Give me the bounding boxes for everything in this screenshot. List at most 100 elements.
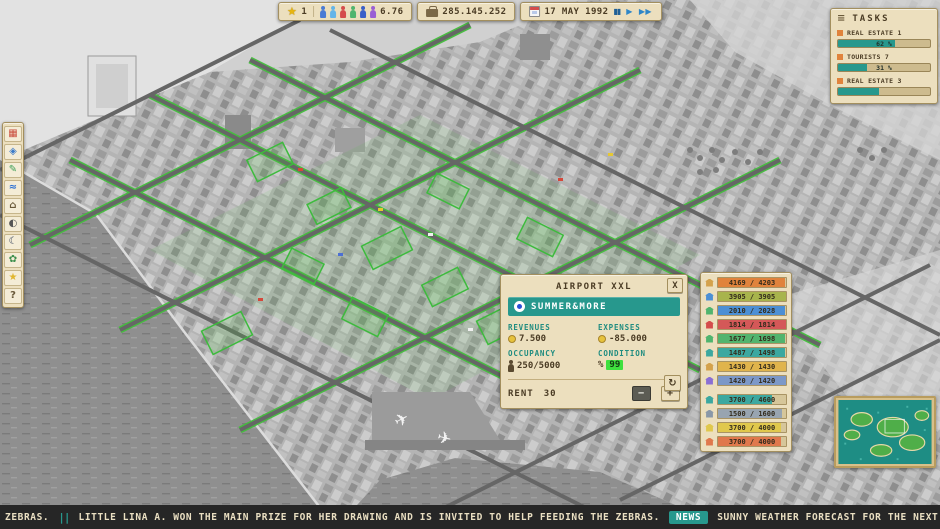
resource-row[interactable]: 3700 / 4600 (705, 394, 787, 405)
news-badge: NEWS (669, 511, 708, 524)
house-icon (705, 293, 714, 301)
date-panel: 17 MAY 1992 ▮▮ ▶ ▶▶ (520, 2, 662, 21)
resource-row[interactable]: 3905 / 3905 (705, 291, 787, 302)
night-mode-icon[interactable]: ☾ (4, 234, 22, 250)
fast-forward-button[interactable]: ▶▶ (638, 8, 653, 16)
resource-value: 3700 / 4000 (718, 437, 786, 446)
tasks-header: ≡ TASKS (837, 13, 931, 24)
person-icon (350, 10, 356, 18)
money-value: 285.145.252 (442, 7, 506, 17)
tasks-list-icon: ≡ (837, 13, 847, 24)
resource-row[interactable]: 1677 / 1698 (705, 333, 787, 344)
date-value: 17 MAY 1992 (544, 7, 608, 17)
resource-bar: 1430 / 1430 (717, 361, 787, 372)
nature-icon[interactable]: ✿ (4, 252, 22, 268)
resource-bar: 1420 / 1420 (717, 375, 787, 386)
task-label: REAL ESTATE 3 (847, 77, 902, 85)
divider (313, 6, 314, 17)
house-icon (705, 307, 714, 315)
water-icon[interactable]: ≈ (4, 180, 22, 196)
resource-bar: 4169 / 4203 (717, 277, 787, 288)
person-icon (320, 10, 326, 18)
occupancy-cell: OCCUPANCY 250/5000 (508, 349, 590, 372)
ticker-news-item: LITTLE LINA A. WON THE MAIN PRIZE FOR HE… (79, 512, 660, 523)
edit-icon[interactable]: ✎ (4, 162, 22, 178)
help-icon[interactable]: ? (4, 288, 22, 304)
resource-value: 1814 / 1814 (718, 320, 786, 329)
revenues-cell: REVENUES 7.500 (508, 323, 590, 344)
resource-value: 1430 / 1430 (718, 362, 786, 371)
task-item[interactable]: TOURISTS 7 31 % (837, 53, 931, 72)
close-button[interactable]: X (667, 278, 683, 293)
ticker-tail-text: ZEBRAS. (5, 512, 49, 523)
task-icon (837, 54, 843, 60)
resource-bar: 3700 / 4000 (717, 422, 787, 433)
task-label: REAL ESTATE 1 (847, 29, 902, 37)
minimap[interactable] (834, 396, 936, 468)
population-value: 6.76 (380, 7, 403, 17)
resource-value: 3905 / 3905 (718, 292, 786, 301)
service-icon (705, 438, 714, 446)
score-panel: ★ 1 6.76 (278, 2, 412, 21)
pause-button[interactable]: ▮▮ (612, 8, 621, 16)
resource-row[interactable]: 1420 / 1420 (705, 375, 787, 386)
task-icon (837, 78, 843, 84)
money-icon (426, 9, 438, 17)
person-icon (360, 10, 366, 18)
resource-value: 3700 / 4600 (718, 395, 786, 404)
house-icon (705, 279, 714, 287)
revenues-value: 7.500 (519, 334, 546, 344)
news-ticker: ZEBRAS. || LITTLE LINA A. WON THE MAIN P… (0, 505, 940, 529)
resource-row[interactable]: 3700 / 4000 (705, 436, 787, 447)
favorites-icon[interactable]: ★ (4, 270, 22, 286)
resource-row[interactable]: 4169 / 4203 (705, 277, 787, 288)
person-icon (370, 10, 376, 18)
task-percent (838, 88, 930, 95)
coin-icon (508, 335, 516, 343)
tasks-title: TASKS (852, 14, 889, 24)
resource-row[interactable]: 3700 / 4000 (705, 422, 787, 433)
house-icon (705, 321, 714, 329)
revenues-label: REVENUES (508, 323, 590, 332)
condition-cell: CONDITION % 99 (598, 349, 680, 372)
condition-unit: % (598, 360, 603, 370)
city-map[interactable]: ✈ ✈ (0, 0, 940, 529)
occupancy-label: OCCUPANCY (508, 349, 590, 358)
company-name: SUMMER&MORE (531, 302, 607, 312)
resource-bar: 1677 / 1698 (717, 333, 787, 344)
resource-row[interactable]: 1814 / 1814 (705, 319, 787, 330)
rent-label: RENT (508, 389, 534, 399)
occupancy-value: 250/5000 (517, 361, 560, 371)
resource-value: 4169 / 4203 (718, 278, 786, 287)
condition-label: CONDITION (598, 349, 680, 358)
zones-icon[interactable]: ◈ (4, 144, 22, 160)
contrast-icon[interactable]: ◐ (4, 216, 22, 232)
resources-panel: 4169 / 4203 3905 / 3905 2010 / 2028 1814… (700, 272, 792, 452)
resource-row[interactable]: 1500 / 1600 (705, 408, 787, 419)
ticker-separator: || (58, 511, 69, 524)
task-percent: 31 % (838, 64, 930, 71)
resource-value: 1677 / 1698 (718, 334, 786, 343)
resource-row[interactable]: 1487 / 1498 (705, 347, 787, 358)
expenses-value: -85.000 (609, 334, 647, 344)
top-status-bar: ★ 1 6.76 285.145.252 17 MAY 1992 ▮▮ ▶ ▶▶ (278, 2, 662, 21)
task-item[interactable]: REAL ESTATE 1 62 % (837, 29, 931, 48)
expenses-cell: EXPENSES -85.000 (598, 323, 680, 344)
divider (508, 379, 680, 380)
rotate-button[interactable]: ↻ (664, 375, 681, 391)
tasks-panel: ≡ TASKS REAL ESTATE 1 62 % TOURISTS 7 31… (830, 8, 938, 104)
buildings-icon[interactable]: ⌂ (4, 198, 22, 214)
play-button[interactable]: ▶ (625, 8, 634, 16)
rent-decrease-button[interactable]: − (632, 386, 651, 401)
resource-row[interactable]: 2010 / 2028 (705, 305, 787, 316)
resource-value: 1500 / 1600 (718, 409, 786, 418)
service-icon (705, 424, 714, 432)
company-banner: SUMMER&MORE (508, 297, 680, 316)
resource-row[interactable]: 1430 / 1430 (705, 361, 787, 372)
map-layers-icon[interactable]: ▦ (4, 126, 22, 142)
building-dialog: AIRPORT XXL X SUMMER&MORE REVENUES 7.500… (500, 274, 688, 409)
person-icon (508, 364, 514, 372)
task-item[interactable]: REAL ESTATE 3 (837, 77, 931, 96)
service-icon (705, 396, 714, 404)
star-icon: ★ (287, 6, 297, 17)
